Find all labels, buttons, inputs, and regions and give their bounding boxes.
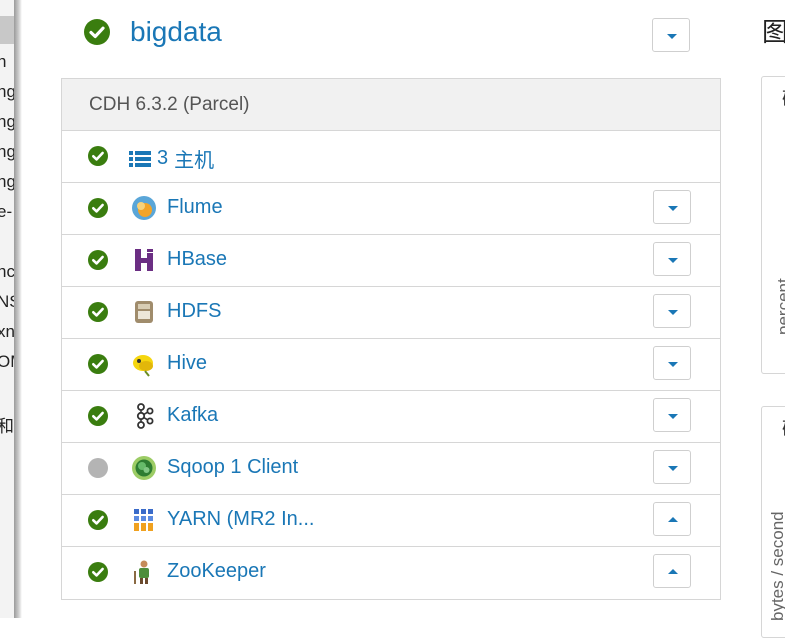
service-name-link[interactable]: Flume — [167, 196, 223, 219]
service-row-yarn: YARN (MR2 In... — [62, 495, 720, 547]
caret-down-icon — [668, 362, 678, 367]
sidebar-divider — [14, 0, 22, 618]
hosts-link[interactable]: 3 主机 — [129, 144, 214, 173]
service-actions-dropdown-button[interactable] — [653, 294, 691, 328]
service-row-hbase: HBase — [62, 235, 720, 287]
service-actions-dropdown-button[interactable] — [653, 554, 691, 588]
good-health-icon — [88, 250, 108, 270]
kafka-icon — [131, 403, 157, 429]
caret-down-icon — [668, 310, 678, 315]
service-actions-dropdown-button[interactable] — [653, 242, 691, 276]
service-name-link[interactable]: Sqoop 1 Client — [167, 456, 298, 479]
left-text-fragment[interactable]: e- — [0, 202, 12, 222]
yarn-icon — [131, 507, 157, 533]
left-text-fragment[interactable]: 和 — [0, 412, 14, 437]
service-actions-dropdown-button[interactable] — [653, 398, 691, 432]
service-row-hdfs: HDFS — [62, 287, 720, 339]
cluster-header: bigdata — [84, 14, 222, 50]
service-actions-dropdown-button[interactable] — [653, 450, 691, 484]
flume-icon — [131, 195, 157, 221]
cluster-services-panel: CDH 6.3.2 (Parcel) 3 主机 Flume HBase HDFS… — [61, 78, 721, 600]
good-health-icon — [88, 562, 108, 582]
good-health-icon — [84, 19, 110, 45]
hive-icon — [131, 351, 157, 377]
service-actions-dropdown-button[interactable] — [653, 502, 691, 536]
caret-down-icon — [667, 34, 677, 39]
cluster-name-link[interactable]: bigdata — [130, 16, 222, 48]
caret-down-icon — [668, 414, 678, 419]
service-name-link[interactable]: Hive — [167, 352, 207, 375]
hdfs-icon — [131, 299, 157, 325]
service-name-link[interactable]: ZooKeeper — [167, 560, 266, 583]
hosts-row: 3 主机 — [62, 131, 720, 183]
no-status-icon — [88, 458, 108, 478]
left-text-fragment[interactable]: nc — [0, 262, 15, 282]
service-row-zookeeper: ZooKeeper — [62, 547, 720, 599]
cluster-actions-dropdown-button[interactable] — [652, 18, 690, 52]
service-row-sqoop: Sqoop 1 Client — [62, 443, 720, 495]
caret-down-icon — [668, 206, 678, 211]
service-actions-dropdown-button[interactable] — [653, 190, 691, 224]
service-name-link[interactable]: HBase — [167, 248, 227, 271]
left-text-fragment[interactable]: xn — [0, 322, 15, 342]
service-row-flume: Flume — [62, 183, 720, 235]
caret-up-icon — [668, 569, 678, 574]
hbase-icon — [131, 247, 157, 273]
caret-down-icon — [668, 466, 678, 471]
charts-title: 图 — [762, 17, 785, 47]
service-name-link[interactable]: Kafka — [167, 404, 218, 427]
sqoop-icon — [131, 455, 157, 481]
good-health-icon — [88, 146, 108, 166]
service-actions-dropdown-button[interactable] — [653, 346, 691, 380]
hosts-label: 主机 — [174, 150, 215, 172]
left-text-fragment[interactable]: n — [0, 52, 6, 72]
service-name-link[interactable]: YARN (MR2 In... — [167, 508, 314, 531]
chart-card-cpu[interactable]: 础 percent — [761, 76, 785, 374]
caret-down-icon — [668, 258, 678, 263]
service-row-hive: Hive — [62, 339, 720, 391]
list-icon — [129, 150, 151, 168]
chart-y-axis-label: percent — [774, 278, 785, 335]
service-name-link[interactable]: HDFS — [167, 300, 221, 323]
chart-y-axis-label: bytes / second — [768, 511, 785, 621]
parcel-version-header: CDH 6.3.2 (Parcel) — [62, 79, 720, 131]
hosts-count: 3 — [157, 147, 169, 169]
service-row-kafka: Kafka — [62, 391, 720, 443]
zookeeper-icon — [131, 559, 157, 585]
chart-card-throughput[interactable]: 础 bytes / second — [761, 406, 785, 638]
good-health-icon — [88, 354, 108, 374]
good-health-icon — [88, 510, 108, 530]
good-health-icon — [88, 302, 108, 322]
good-health-icon — [88, 198, 108, 218]
good-health-icon — [88, 406, 108, 426]
caret-up-icon — [668, 517, 678, 522]
